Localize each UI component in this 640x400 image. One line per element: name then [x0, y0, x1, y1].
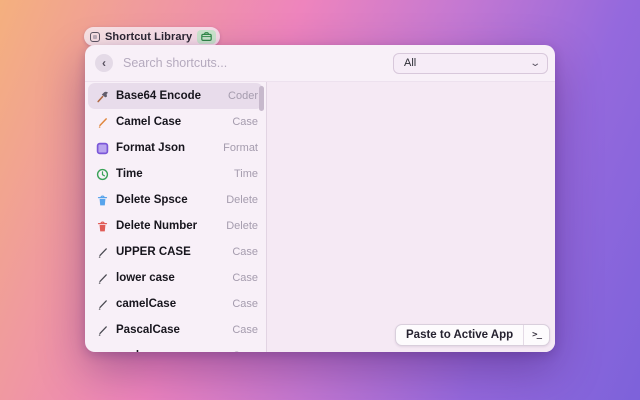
shortcut-name: Camel Case: [116, 116, 182, 128]
shortcut-name: PascalCase: [116, 324, 180, 336]
pencil-icon: [95, 349, 109, 352]
hammer-icon: [95, 89, 109, 103]
list-item[interactable]: UPPER CASE Case: [85, 239, 266, 265]
shortcut-name: Delete Number: [116, 220, 198, 232]
shortcut-category: Format: [223, 142, 258, 154]
shortcut-name: Delete Spsce: [116, 194, 188, 206]
shortcut-name: Time: [116, 168, 143, 180]
list-item[interactable]: Base64 Encode Coder: [88, 83, 263, 109]
shortcut-name: lower case: [116, 272, 175, 284]
app-title-pill[interactable]: Shortcut Library: [84, 27, 221, 46]
shortcut-category: Case: [232, 246, 258, 258]
filter-value: All: [404, 57, 417, 69]
briefcase-icon: [201, 32, 212, 41]
list-item[interactable]: Delete Number Delete: [85, 213, 266, 239]
detail-panel: Paste to Active App >_: [267, 82, 555, 352]
shortcut-category: Delete: [226, 194, 258, 206]
shortcut-category: Case: [232, 272, 258, 284]
list-item[interactable]: Format Json Format: [85, 135, 266, 161]
trash-blue-icon: [95, 193, 109, 207]
shortcut-library-window: ‹ All ⌄ Base64 Encode Coder: [85, 45, 555, 352]
terminal-prompt-icon: >_: [532, 330, 542, 340]
window-content: Base64 Encode Coder Camel Case Case Form…: [85, 82, 555, 352]
list-item[interactable]: Delete Spsce Delete: [85, 187, 266, 213]
shortcut-category: Case: [232, 116, 258, 128]
shortcut-category: Coder: [228, 90, 258, 102]
pencil-icon: [95, 245, 109, 259]
shortcut-list: Base64 Encode Coder Camel Case Case Form…: [85, 82, 266, 352]
app-window-icon: [90, 31, 100, 42]
search-input[interactable]: [113, 56, 393, 70]
pencil-icon: [95, 271, 109, 285]
shortcut-name: camelCase: [116, 298, 177, 310]
trash-red-icon: [95, 219, 109, 233]
list-item[interactable]: lower case Case: [85, 265, 266, 291]
toolbar: ‹ All ⌄: [85, 45, 555, 82]
desktop-background: Shortcut Library ‹ All ⌄: [0, 0, 640, 400]
shortcut-name: snake_case: [116, 350, 225, 352]
scrollbar-thumb[interactable]: [259, 86, 264, 111]
shortcut-category: Case: [232, 324, 258, 336]
list-item[interactable]: PascalCase Case: [85, 317, 266, 343]
shortcut-name: Format Json: [116, 142, 186, 154]
list-item[interactable]: camelCase Case: [85, 291, 266, 317]
app-title: Shortcut Library: [105, 30, 193, 43]
pencil-icon: [95, 323, 109, 337]
filter-dropdown[interactable]: All ⌄: [393, 52, 548, 74]
paste-to-active-app-button[interactable]: Paste to Active App >_: [395, 324, 550, 346]
briefcase-badge[interactable]: [197, 29, 217, 44]
pencil-orange-icon: [95, 115, 109, 129]
chevron-down-icon: ⌄: [528, 57, 541, 69]
paste-button-label: Paste to Active App: [406, 329, 514, 341]
list-item[interactable]: Time Time: [85, 161, 266, 187]
pencil-icon: [95, 297, 109, 311]
shortcut-category: Case: [232, 350, 258, 352]
shortcut-name: Base64 Encode: [116, 90, 202, 102]
back-button[interactable]: ‹: [95, 54, 113, 72]
json-square-icon: [95, 141, 109, 155]
shortcut-name: UPPER CASE: [116, 246, 191, 258]
list-item[interactable]: snake_case Case: [85, 343, 266, 352]
shortcut-category: Delete: [226, 220, 258, 232]
shortcut-category: Time: [233, 168, 258, 180]
clock-icon: [95, 167, 109, 181]
shortcut-category: Case: [232, 298, 258, 310]
chevron-left-icon: ‹: [102, 55, 106, 70]
list-item[interactable]: Camel Case Case: [85, 109, 266, 135]
